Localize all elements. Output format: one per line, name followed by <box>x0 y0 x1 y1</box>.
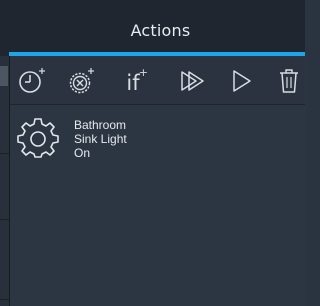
if-label: if <box>126 70 140 95</box>
action-line: On <box>74 146 91 160</box>
add-time-trigger-button[interactable] <box>15 65 49 97</box>
page-title: Actions <box>130 20 191 40</box>
double-play-icon <box>181 71 204 91</box>
actions-screen: Actions if + Bathroom Sink Light On <box>0 0 306 306</box>
gear-icon <box>17 118 59 158</box>
clock-plus-icon <box>19 68 45 93</box>
play-icon <box>233 70 251 92</box>
action-line: Sink Light <box>74 132 127 146</box>
trash-icon <box>280 69 298 93</box>
empty-list-area <box>10 181 305 306</box>
run-button[interactable] <box>225 65 259 97</box>
add-delay-button[interactable] <box>64 65 98 97</box>
run-from-here-button[interactable] <box>176 65 210 97</box>
toolbar: if + <box>10 57 305 105</box>
divider <box>0 219 9 220</box>
action-description: Bathroom Sink Light On <box>74 118 127 160</box>
timer-plus-icon <box>69 68 94 94</box>
action-item[interactable]: Bathroom Sink Light On <box>10 105 305 180</box>
accent-bar <box>9 52 305 56</box>
action-line: Bathroom <box>74 118 127 132</box>
delete-button[interactable] <box>272 65 306 97</box>
add-condition-button[interactable]: if + <box>116 65 150 97</box>
left-edge-tab[interactable] <box>0 66 8 86</box>
if-plus-icon: + <box>138 66 148 79</box>
divider <box>0 299 9 300</box>
panel-header: Actions <box>0 0 305 54</box>
divider <box>0 153 9 154</box>
